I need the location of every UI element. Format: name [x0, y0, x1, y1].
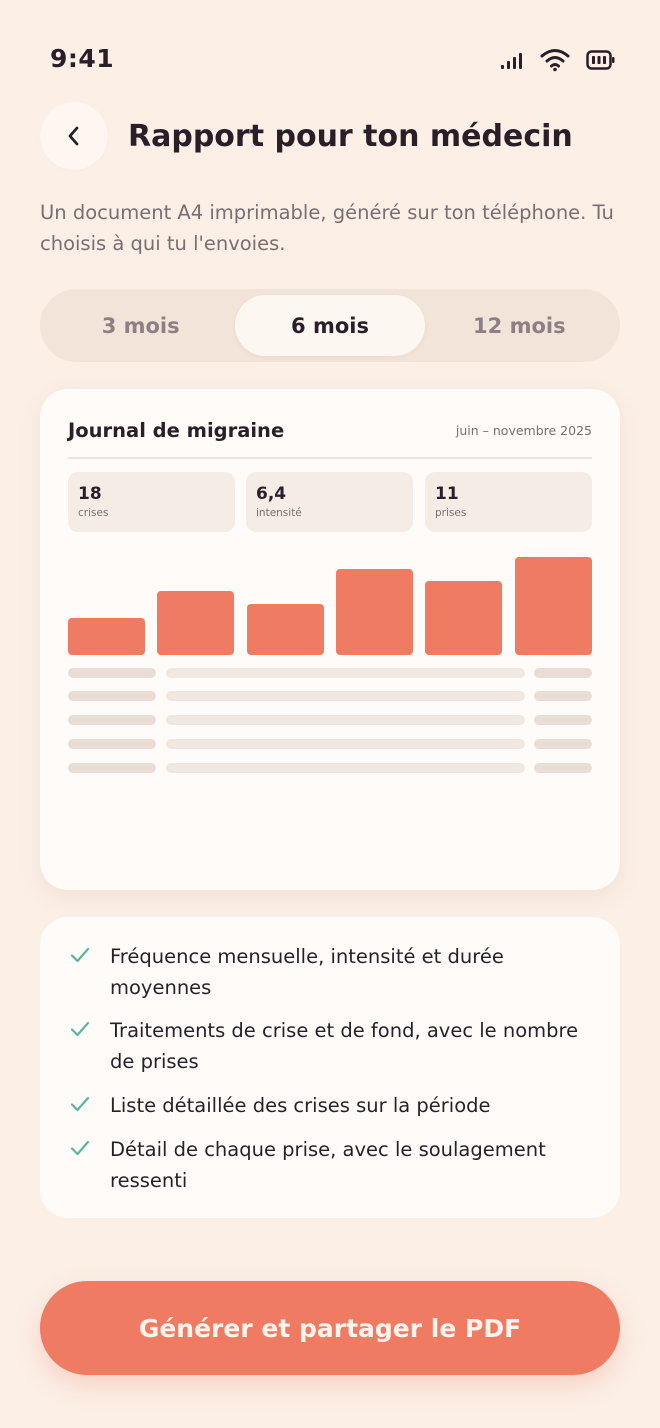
report-table-row: [68, 691, 592, 701]
period-option-6-months[interactable]: 6 mois: [235, 295, 425, 356]
stat-value: 11: [435, 484, 459, 504]
check-icon: [70, 1021, 90, 1037]
list-item-text: Détail de chaque prise, avec le soulagem…: [110, 1138, 546, 1192]
list-item-text: Traitements de crise et de fond, avec le…: [110, 1019, 579, 1073]
generate-pdf-button[interactable]: Générer et partager le PDF: [40, 1281, 620, 1375]
list-item: Détail de chaque prise, avec le soulagem…: [68, 1134, 588, 1196]
chart-bar: [514, 557, 592, 655]
report-period: juin – novembre 2025: [455, 423, 592, 438]
period-option-3-months[interactable]: 3 mois: [46, 295, 235, 356]
chart-bar: [425, 581, 503, 655]
report-table-row: [68, 763, 592, 773]
chart-bar: [68, 618, 145, 655]
report-divider: [68, 457, 592, 459]
report-preview-card: Journal de migraine juin – novembre 2025…: [40, 389, 620, 890]
stat-label: prises: [435, 507, 467, 519]
check-icon: [70, 1096, 90, 1112]
list-item: Liste détaillée des crises sur la périod…: [68, 1090, 588, 1121]
stat-value: 6,4: [256, 484, 287, 504]
report-title: Journal de migraine: [68, 419, 285, 442]
signal-icon: [501, 53, 522, 69]
status-bar: 9:41: [0, 0, 660, 110]
wifi-icon: [540, 49, 570, 72]
check-icon: [70, 947, 90, 963]
report-table-row: [68, 739, 592, 749]
report-table-row: [68, 715, 592, 725]
stat-card-prises: 11 prises: [425, 472, 592, 532]
battery-icon: [586, 50, 615, 70]
stat-card-intensite: 6,4 intensité: [246, 472, 413, 532]
page-title: Rapport pour ton médecin: [128, 118, 573, 154]
list-item-text: Liste détaillée des crises sur la périod…: [110, 1094, 491, 1117]
stat-card-crises: 18 crises: [68, 472, 235, 532]
stat-label: crises: [78, 507, 109, 519]
chart-bar: [335, 569, 413, 655]
chart-bar: [246, 604, 324, 655]
status-icons: [500, 48, 616, 72]
status-time: 9:41: [50, 44, 115, 73]
report-contents-list: Fréquence mensuelle, intensité et durée …: [40, 917, 620, 1218]
page-subtitle: Un document A4 imprimable, généré sur to…: [40, 201, 614, 255]
report-table-row: [68, 668, 592, 678]
chevron-left-icon: [68, 126, 79, 146]
header: Rapport pour ton médecin: [40, 102, 620, 170]
list-item: Traitements de crise et de fond, avec le…: [68, 1015, 588, 1077]
list-item-text: Fréquence mensuelle, intensité et durée …: [110, 945, 504, 999]
back-button[interactable]: [40, 102, 108, 170]
stat-value: 18: [78, 484, 102, 504]
list-item: Fréquence mensuelle, intensité et durée …: [68, 941, 588, 1003]
period-selector: 3 mois 6 mois 12 mois: [40, 289, 620, 362]
check-icon: [70, 1140, 90, 1156]
stat-label: intensité: [256, 507, 302, 519]
chart-bar: [157, 591, 235, 655]
period-option-12-months[interactable]: 12 mois: [425, 295, 614, 356]
